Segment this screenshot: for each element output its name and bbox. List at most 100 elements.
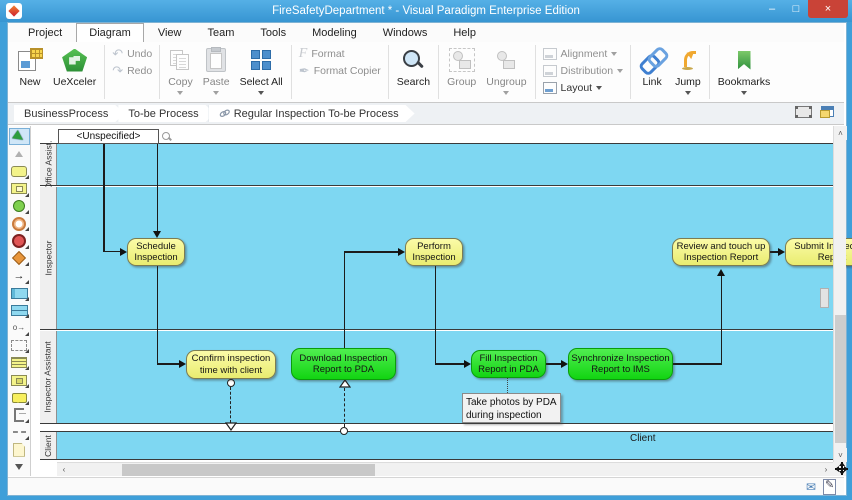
sequence-flow-tool[interactable]: → [9, 267, 30, 284]
link-flow-tool[interactable]: o→ [9, 319, 30, 336]
search-button[interactable]: Search [392, 44, 435, 90]
select-all-dropdown-icon[interactable] [258, 91, 264, 98]
task-review-inspection-report[interactable]: Review and touch up Inspection Report [672, 238, 770, 266]
horizontal-scrollbar-thumb[interactable] [122, 464, 375, 476]
panel-grip[interactable] [820, 288, 829, 308]
layout-dropdown-icon[interactable] [596, 86, 602, 93]
vertical-scrollbar-thumb[interactable] [835, 315, 846, 443]
copy-dropdown-icon[interactable] [177, 91, 183, 98]
task-synchronize-inspection-report[interactable]: Synchronize Inspection Report to IMS [568, 348, 673, 380]
lane-label-office-assistant[interactable]: Office Assist. [40, 144, 57, 185]
gateway-tool[interactable] [9, 250, 30, 267]
scroll-up-button[interactable]: ˄ [834, 126, 847, 140]
format-button[interactable]: F Format [299, 48, 381, 60]
menu-tab-project[interactable]: Project [16, 24, 74, 42]
edit-log-icon[interactable]: ✎ [823, 479, 836, 495]
client-pool[interactable]: Client [40, 431, 833, 460]
lane-label-inspector-assistant[interactable]: Inspector Assistant [40, 331, 57, 423]
alignment-dropdown-icon[interactable] [611, 52, 617, 59]
alignment-button[interactable]: Alignment [543, 48, 624, 60]
lane-inspector-assistant[interactable]: Inspector Assistant [40, 331, 833, 424]
minimize-button[interactable]: – [760, 0, 784, 18]
task-fill-inspection-report[interactable]: Fill Inspection Report in PDA [471, 350, 546, 378]
menu-tab-tools[interactable]: Tools [248, 24, 298, 42]
task-confirm-inspection-time[interactable]: Confirm inspection time with client [186, 350, 276, 379]
undo-button[interactable]: ↶ Undo [112, 48, 152, 60]
menu-tab-team[interactable]: Team [195, 24, 246, 42]
distribution-button[interactable]: Distribution [543, 65, 624, 77]
task-schedule-inspection[interactable]: Schedule Inspection [127, 238, 185, 266]
menu-tab-windows[interactable]: Windows [371, 24, 440, 42]
lane-body-inspector-assistant[interactable] [57, 331, 833, 423]
palette-scroll-down-button[interactable] [9, 458, 30, 475]
vertical-scrollbar[interactable]: ˄ ˅ [833, 126, 846, 462]
toolbar-separator [291, 45, 292, 99]
breadcrumb-item-tobe-process[interactable]: To-be Process [118, 105, 214, 122]
lane-office-assistant[interactable]: Office Assist. [40, 143, 833, 186]
paste-button[interactable]: Paste [198, 44, 235, 100]
pan-mode-icon[interactable] [834, 461, 849, 476]
text-annotation-tool[interactable] [9, 406, 30, 423]
horizontal-scrollbar[interactable]: ‹ › [57, 462, 833, 476]
pool-magnifier-icon[interactable] [162, 132, 170, 140]
paste-dropdown-icon[interactable] [213, 91, 219, 98]
client-pool-body[interactable] [57, 432, 833, 459]
ungroup-button[interactable]: Ungroup [481, 44, 531, 100]
task-download-inspection-report[interactable]: Download Inspection Report to PDA [291, 348, 396, 380]
group-button[interactable]: Group [442, 44, 481, 90]
pool-header-label[interactable]: <Unspecified> [58, 129, 159, 144]
copy-button[interactable]: Copy [163, 44, 198, 100]
horizontal-pool-tool[interactable] [9, 285, 30, 302]
breadcrumb-item-regular-inspection[interactable]: Regular Inspection To-be Process [209, 105, 415, 122]
open-windows-icon[interactable] [820, 106, 834, 118]
start-event-tool[interactable] [9, 198, 30, 215]
scroll-right-button[interactable]: › [819, 463, 833, 476]
link-button[interactable]: Link [634, 44, 670, 90]
layout-button[interactable]: Layout [543, 82, 624, 94]
task-perform-inspection[interactable]: Perform Inspection [405, 238, 463, 266]
lane-body-office-assistant[interactable] [57, 144, 833, 185]
bookmarks-dropdown-icon[interactable] [741, 91, 747, 98]
group-tool[interactable] [9, 337, 30, 354]
ungroup-dropdown-icon[interactable] [503, 91, 509, 98]
lane-label-client[interactable]: Client [40, 432, 57, 459]
maximize-button[interactable]: □ [784, 0, 808, 18]
jump-dropdown-icon[interactable] [685, 91, 691, 98]
jump-button[interactable]: Jump [670, 44, 706, 100]
data-store-tool[interactable] [9, 354, 30, 371]
end-event-tool[interactable] [9, 232, 30, 249]
select-all-button[interactable]: Select All [235, 44, 288, 100]
connector-line-tool[interactable] [9, 424, 30, 441]
task-tool[interactable] [9, 163, 30, 180]
data-object-tool[interactable] [9, 371, 30, 388]
format-copier-button[interactable]: ✒ Format Copier [299, 65, 381, 77]
palette-scroll-up-button[interactable] [9, 145, 30, 162]
horizontal-lane-tool[interactable] [9, 302, 30, 319]
callout-tool[interactable] [9, 389, 30, 406]
menu-tab-modeling[interactable]: Modeling [300, 24, 369, 42]
sub-process-tool[interactable] [9, 180, 30, 197]
fit-to-window-icon[interactable] [795, 106, 812, 118]
redo-button[interactable]: ↷ Redo [112, 65, 152, 77]
menu-tab-help[interactable]: Help [441, 24, 488, 42]
note-take-photos[interactable]: Take photos by PDA during inspection [462, 393, 561, 423]
uexceler-button[interactable]: UeXceler [48, 44, 101, 90]
flow-segment [157, 266, 159, 364]
bookmarks-button[interactable]: Bookmarks [713, 44, 776, 100]
cursor-tool[interactable] [9, 128, 30, 145]
resource-tool[interactable] [9, 441, 30, 458]
menu-tab-view[interactable]: View [146, 24, 194, 42]
toolbar-separator [709, 45, 710, 99]
toolbar-separator [535, 45, 536, 99]
menu-tab-diagram[interactable]: Diagram [76, 23, 144, 43]
toolbar-separator [630, 45, 631, 99]
new-button[interactable]: New [12, 44, 48, 90]
lane-label-inspector[interactable]: Inspector [40, 187, 57, 329]
breadcrumb-item-businessprocess[interactable]: BusinessProcess [14, 105, 124, 122]
scroll-left-button[interactable]: ‹ [57, 463, 71, 476]
messages-envelope-icon[interactable]: ✉ [806, 480, 816, 494]
intermediate-event-tool[interactable] [9, 215, 30, 232]
distribution-dropdown-icon[interactable] [617, 69, 623, 76]
close-button[interactable]: × [808, 0, 848, 18]
sub-process-icon [11, 183, 27, 194]
